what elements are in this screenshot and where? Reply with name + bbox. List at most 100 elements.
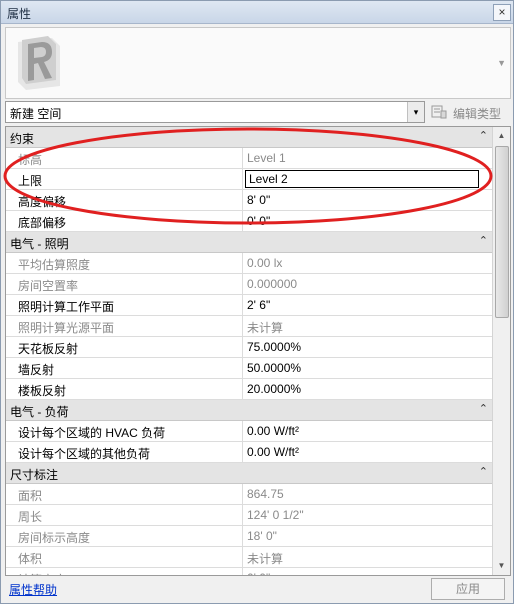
property-name: 高度偏移 (18, 195, 67, 209)
property-name-cell: 周长 (6, 505, 243, 525)
group-title: 电气 - 负荷 (10, 405, 69, 419)
property-name-cell: 标高 (6, 148, 243, 168)
property-value: 8' 0" (247, 193, 271, 207)
type-preview[interactable]: ▼ (5, 27, 511, 99)
property-row: 周长 124' 0 1/2" (6, 505, 492, 526)
collapse-icon[interactable]: ⌃ (479, 129, 488, 142)
property-row: 上限 Level 2 (6, 169, 492, 190)
apply-button[interactable]: 应用 (431, 578, 505, 600)
property-value-cell: 18' 0" (243, 526, 492, 546)
collapse-icon[interactable]: ⌃ (479, 234, 488, 247)
group-header[interactable]: 约束 ⌃ (6, 127, 492, 148)
property-name-cell: 楼板反射 (6, 379, 243, 399)
collapse-icon[interactable]: ⌃ (479, 402, 488, 415)
revit-logo-icon (18, 36, 60, 90)
property-value: 0.00 lx (247, 256, 283, 270)
collapse-icon[interactable]: ⌃ (479, 465, 488, 478)
edit-type-label: 编辑类型 (453, 107, 502, 121)
property-row: 平均估算照度 0.00 lx (6, 253, 492, 274)
property-row: 底部偏移 0' 0" (6, 211, 492, 232)
property-value-cell: 未计算 (243, 547, 492, 567)
property-value-cell[interactable]: 50.0000% (243, 358, 492, 378)
preview-dropdown-icon[interactable]: ▼ (497, 58, 506, 68)
property-value-cell: 0' 0" (243, 568, 492, 575)
edit-type-icon (431, 105, 447, 119)
property-name: 天花板反射 (18, 342, 79, 356)
edit-type-button[interactable]: 编辑类型 (429, 102, 509, 122)
property-value: 未计算 (247, 552, 284, 566)
property-value: 未计算 (247, 321, 284, 335)
property-value-cell[interactable]: 0.00 W/ft² (243, 442, 492, 462)
property-row: 楼板反射 20.0000% (6, 379, 492, 400)
property-value-cell[interactable]: 8' 0" (243, 190, 492, 210)
property-name: 上限 (18, 174, 43, 188)
property-value-cell: 0.00 lx (243, 253, 492, 273)
property-row: 体积 未计算 (6, 547, 492, 568)
type-selector-value: 新建 空间 (10, 107, 62, 121)
property-name-cell: 照明计算工作平面 (6, 295, 243, 315)
property-name-cell: 平均估算照度 (6, 253, 243, 273)
group-title: 电气 - 照明 (10, 237, 69, 251)
property-value-cell[interactable]: 0.00 W/ft² (243, 421, 492, 441)
property-value: 75.0000% (247, 340, 302, 354)
properties-help-link[interactable]: 属性帮助 (9, 581, 57, 598)
property-name: 面积 (18, 489, 43, 503)
property-name: 照明计算光源平面 (18, 321, 115, 335)
property-value: 0.00 W/ft² (247, 424, 300, 438)
property-value-editor[interactable]: Level 2 (245, 170, 479, 188)
property-row: 房间空置率 0.000000 (6, 274, 492, 295)
group-header[interactable]: 电气 - 负荷 ⌃ (6, 400, 492, 421)
property-value: 0' 0" (247, 214, 271, 228)
footer: 属性帮助 应用 (1, 576, 513, 603)
title-bar: 属性 × (1, 1, 513, 24)
panel-title: 属性 (7, 7, 32, 21)
scroll-up-icon[interactable]: ▲ (494, 128, 509, 144)
property-name: 底部偏移 (18, 216, 67, 230)
property-name: 照明计算工作平面 (18, 300, 115, 314)
property-row: 墙反射 50.0000% (6, 358, 492, 379)
group-header[interactable]: 电气 - 照明 ⌃ (6, 232, 492, 253)
property-name: 墙反射 (18, 363, 55, 377)
group-header[interactable]: 尺寸标注 ⌃ (6, 463, 492, 484)
chevron-down-icon[interactable]: ▾ (407, 102, 424, 122)
property-row: 标高 Level 1 (6, 148, 492, 169)
property-name: 房间空置率 (18, 279, 79, 293)
property-value-cell: 864.75 (243, 484, 492, 504)
property-name-cell: 计算高度 (6, 568, 243, 575)
scroll-down-icon[interactable]: ▼ (494, 558, 509, 574)
group-title: 尺寸标注 (10, 468, 59, 482)
property-name-cell: 房间标示高度 (6, 526, 243, 546)
property-name-cell: 照明计算光源平面 (6, 316, 243, 336)
scrollbar-thumb[interactable] (495, 146, 509, 318)
property-value: 2' 6" (247, 298, 271, 312)
property-name-cell: 面积 (6, 484, 243, 504)
close-icon[interactable]: × (493, 4, 511, 21)
property-row: 设计每个区域的 HVAC 负荷 0.00 W/ft² (6, 421, 492, 442)
type-selector-dropdown[interactable]: 新建 空间 ▾ (5, 101, 425, 123)
property-value-cell: 0.000000 (243, 274, 492, 294)
property-value-cell[interactable]: 0' 0" (243, 211, 492, 231)
property-name-cell: 底部偏移 (6, 211, 243, 231)
property-name-cell: 高度偏移 (6, 190, 243, 210)
property-name: 楼板反射 (18, 384, 67, 398)
property-value: Level 1 (247, 151, 286, 165)
property-name: 设计每个区域的 HVAC 负荷 (18, 426, 166, 440)
property-value: 20.0000% (247, 382, 302, 396)
property-value: 0.00 W/ft² (247, 445, 300, 459)
vertical-scrollbar[interactable]: ▲ ▼ (492, 127, 510, 575)
property-row: 设计每个区域的其他负荷 0.00 W/ft² (6, 442, 492, 463)
property-value-cell: 124' 0 1/2" (243, 505, 492, 525)
property-name-cell: 上限 (6, 169, 243, 189)
property-name: 房间标示高度 (18, 531, 91, 545)
property-name-cell: 设计每个区域的其他负荷 (6, 442, 243, 462)
property-value-cell[interactable]: 75.0000% (243, 337, 492, 357)
property-name-cell: 设计每个区域的 HVAC 负荷 (6, 421, 243, 441)
property-name: 标高 (18, 153, 43, 167)
property-value: Level 2 (249, 172, 288, 186)
property-value-cell[interactable]: 2' 6" (243, 295, 492, 315)
properties-rows: 约束 ⌃ 标高 Level 1 上限 Level 2 高度偏移 8' 0" 底部偏移 0' 0" 电… (6, 127, 492, 575)
properties-grid: 约束 ⌃ 标高 Level 1 上限 Level 2 高度偏移 8' 0" 底部偏移 0' 0" 电… (5, 126, 511, 576)
property-value-cell[interactable]: Level 2 (243, 169, 492, 189)
property-value: 124' 0 1/2" (247, 508, 304, 522)
property-value-cell[interactable]: 20.0000% (243, 379, 492, 399)
